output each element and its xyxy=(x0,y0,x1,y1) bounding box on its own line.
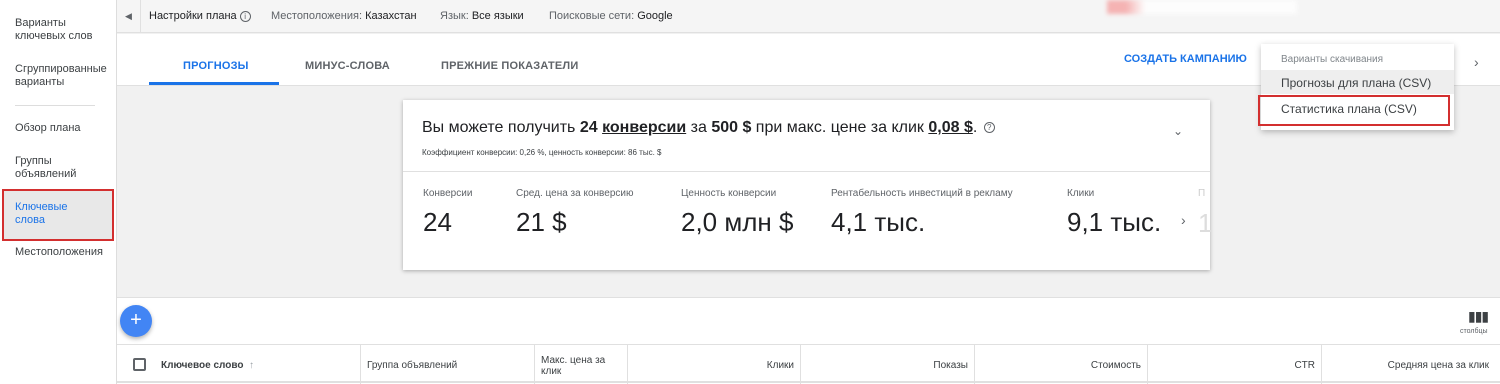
column-header-max-cpc[interactable]: Макс. цена за клик xyxy=(535,345,628,384)
sidebar-item-ad-groups[interactable]: Группы объявлений xyxy=(15,155,113,181)
networks-setting[interactable]: Поисковые сети: Google xyxy=(549,10,673,22)
download-plan-stats-csv[interactable]: Статистика плана (CSV) xyxy=(1281,102,1417,116)
metric-value: 21 $ xyxy=(516,207,567,237)
active-tab-indicator xyxy=(149,82,279,85)
metric-value: 9,1 тыс. xyxy=(1067,207,1162,237)
sidebar-item-plan-overview[interactable]: Обзор плана xyxy=(15,122,113,135)
headline-max-cpc-link[interactable]: 0,08 $ xyxy=(928,119,972,136)
column-header-label: Группа объявлений xyxy=(367,360,458,371)
conversion-rate-subtitle: Коэффициент конверсии: 0,26 %, ценность … xyxy=(422,148,662,157)
download-plan-forecasts-csv[interactable]: Прогнозы для плана (CSV) xyxy=(1281,76,1431,90)
triangle-left-icon: ◀ xyxy=(125,11,132,21)
locations-label: Местоположения: xyxy=(271,10,363,22)
column-header-ctr[interactable]: CTR xyxy=(1148,345,1322,384)
headline-text-3: при макс. цене за клик xyxy=(751,119,929,136)
headline-budget: 500 $ xyxy=(711,119,752,136)
networks-label: Поисковые сети: xyxy=(549,10,635,22)
metric-label: Сред. цена за конверсию xyxy=(516,188,634,199)
column-header-label: Клики xyxy=(766,360,794,371)
chevron-right-icon[interactable]: › xyxy=(1474,54,1479,70)
headline-conversions-link[interactable]: конверсии xyxy=(602,119,686,136)
keywords-table-panel: + ▮▮▮ столбцы Ключевое слово ↑ Группа об… xyxy=(117,297,1500,384)
metric-label: Конверсии xyxy=(423,188,473,199)
networks-value: Google xyxy=(637,10,673,22)
download-menu-title: Варианты скачивания xyxy=(1281,54,1384,65)
column-header-cost[interactable]: Стоимость xyxy=(975,345,1148,384)
headline-text-2: за xyxy=(686,119,712,136)
download-menu: Варианты скачивания Прогнозы для плана (… xyxy=(1258,44,1454,130)
sort-arrow-icon[interactable]: ↑ xyxy=(249,360,254,371)
metric-label: Ценность конверсии xyxy=(681,188,777,199)
tab-negative-keywords[interactable]: МИНУС-СЛОВА xyxy=(305,60,390,72)
sidebar-item-grouped-ideas[interactable]: Сгруппированные варианты xyxy=(15,63,113,89)
language-label: Язык: xyxy=(440,10,469,22)
column-header-label: CTR xyxy=(1294,360,1315,371)
metric-label: Рентабельность инвестиций в рекламу xyxy=(831,188,1013,199)
sidebar-item-locations[interactable]: Местоположения xyxy=(15,246,113,259)
faded-metric-label: П xyxy=(1198,188,1206,199)
help-icon[interactable]: ? xyxy=(983,122,995,133)
table-header: Ключевое слово ↑ Группа объявлений Макс.… xyxy=(117,344,1500,384)
metric-clicks: Клики 9,1 тыс. xyxy=(1067,188,1161,238)
column-header-keyword[interactable]: Ключевое слово ↑ xyxy=(155,345,361,384)
headline-text-1: Вы можете получить xyxy=(422,119,580,136)
forecast-summary-card: Вы можете получить 24 конверсии за 500 $… xyxy=(403,100,1213,270)
chevron-right-icon[interactable]: › xyxy=(1181,212,1186,228)
language-value: Все языки xyxy=(471,10,524,22)
keyword-planner-page: Варианты ключевых слов Сгруппированные в… xyxy=(0,0,1500,384)
plan-settings[interactable]: Настройки плана i xyxy=(149,10,251,22)
column-header-label: Средняя цена за клик xyxy=(1387,360,1489,371)
create-campaign-button[interactable]: СОЗДАТЬ КАМПАНИЮ xyxy=(1124,53,1247,65)
metric-value: 24 xyxy=(423,207,452,237)
column-header-ad-group[interactable]: Группа объявлений xyxy=(361,345,535,384)
language-setting[interactable]: Язык: Все языки xyxy=(440,10,524,22)
add-keywords-button[interactable]: + xyxy=(120,305,152,337)
column-header-label: Стоимость xyxy=(1090,360,1141,371)
info-icon[interactable]: i xyxy=(239,11,251,22)
metric-roas: Рентабельность инвестиций в рекламу 4,1 … xyxy=(831,188,1013,238)
sidebar-item-keyword-ideas[interactable]: Варианты ключевых слов xyxy=(15,17,113,43)
tab-historical-metrics[interactable]: ПРЕЖНИЕ ПОКАЗАТЕЛИ xyxy=(441,60,578,72)
select-all-checkbox[interactable] xyxy=(133,358,146,371)
plan-settings-bar: ◀ Настройки плана i Местоположения: Казах… xyxy=(117,0,1500,33)
sidebar-divider xyxy=(15,105,95,106)
forecast-headline: Вы можете получить 24 конверсии за 500 $… xyxy=(422,119,995,137)
columns-icon[interactable]: ▮▮▮ xyxy=(1468,308,1489,325)
column-header-clicks[interactable]: Клики xyxy=(628,345,801,384)
collapse-sidebar-button[interactable]: ◀ xyxy=(117,0,141,33)
metric-value: 4,1 тыс. xyxy=(831,207,926,237)
sidebar-item-keywords[interactable]: Ключевые слова xyxy=(2,189,114,241)
column-header-label: Макс. цена за клик xyxy=(541,354,606,377)
faded-metric-value: 1 xyxy=(1198,208,1213,238)
column-header-impressions[interactable]: Показы xyxy=(801,345,975,384)
metric-value: 2,0 млн $ xyxy=(681,207,794,237)
headline-text-4: . xyxy=(972,119,978,136)
table-divider xyxy=(117,381,1500,383)
tab-forecasts[interactable]: ПРОГНОЗЫ xyxy=(183,60,249,72)
column-header-avg-cpc[interactable]: Средняя цена за клик xyxy=(1322,345,1495,384)
sidebar-item-keywords-label: Ключевые слова xyxy=(15,201,68,226)
locations-setting[interactable]: Местоположения: Казахстан xyxy=(271,10,417,22)
metric-cost-per-conversion: Сред. цена за конверсию 21 $ xyxy=(516,188,633,238)
card-divider xyxy=(403,171,1210,172)
metric-conversion-value: Ценность конверсии 2,0 млн $ xyxy=(681,188,793,238)
chevron-down-icon[interactable]: ⌄ xyxy=(1173,124,1183,138)
headline-conversions-count: 24 xyxy=(579,119,598,136)
locations-value: Казахстан xyxy=(365,10,417,22)
column-header-label: Показы xyxy=(933,360,968,371)
plan-settings-label: Настройки плана xyxy=(149,10,237,22)
column-header-label: Ключевое слово xyxy=(161,360,244,371)
blurred-overlay xyxy=(1107,0,1297,14)
metric-conversions: Конверсии 24 xyxy=(423,188,472,238)
metric-label: Клики xyxy=(1067,188,1095,199)
plus-icon: + xyxy=(130,309,142,331)
columns-label[interactable]: столбцы xyxy=(1460,328,1488,335)
sidebar: Варианты ключевых слов Сгруппированные в… xyxy=(0,0,117,384)
